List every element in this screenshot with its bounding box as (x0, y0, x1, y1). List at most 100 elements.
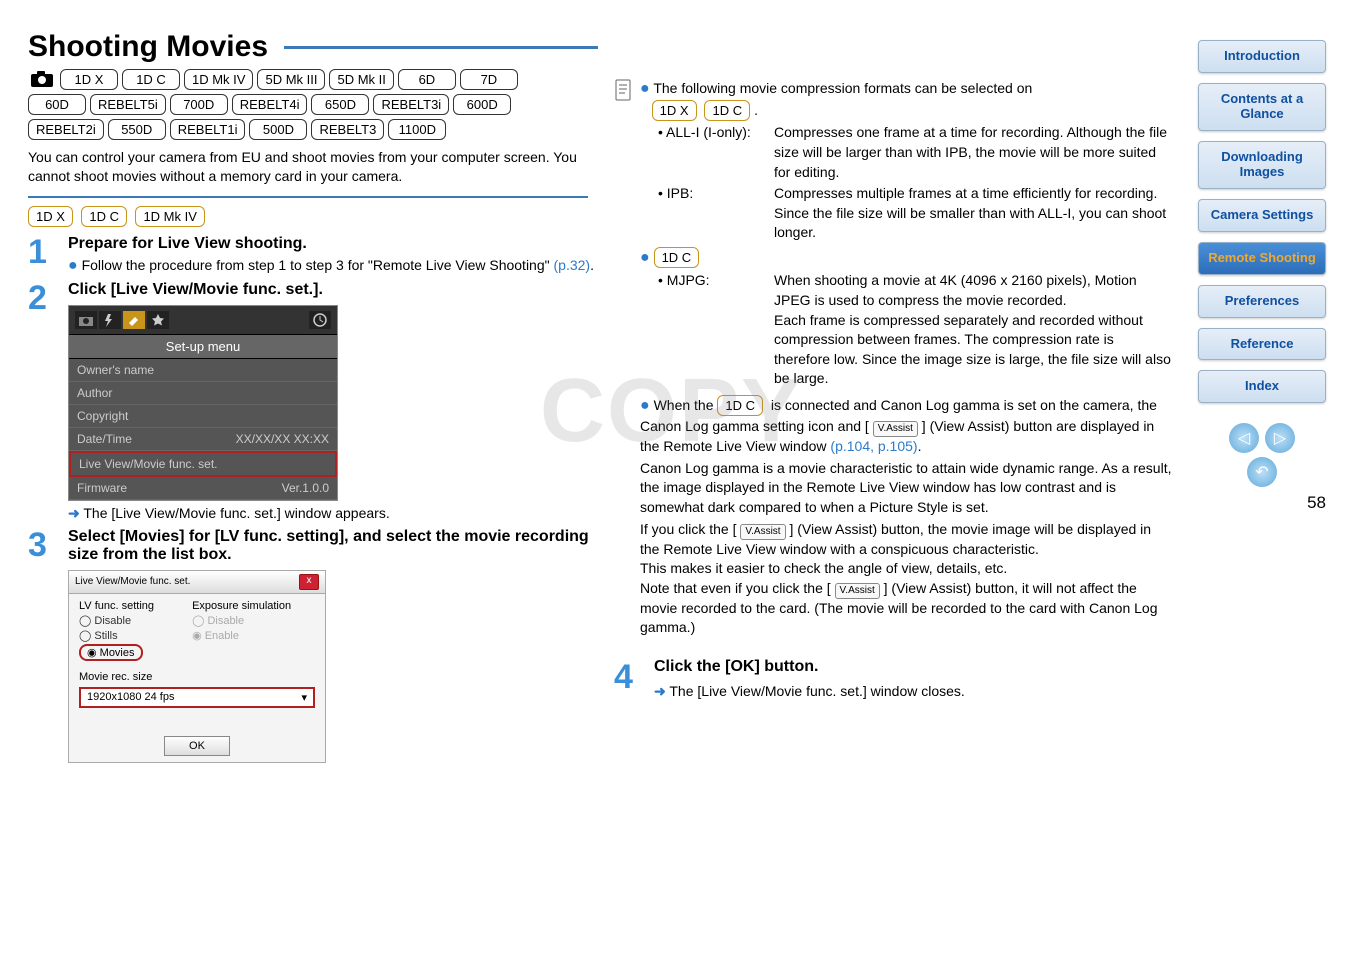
bullet-icon: ● (68, 257, 78, 274)
menu-row: Owner's name (69, 359, 337, 382)
menu-row: Author (69, 382, 337, 405)
sidebar-nav: Introduction Contents at a Glance Downlo… (1198, 30, 1326, 769)
camera-tag: 650D (311, 94, 369, 115)
formats-lead: ● The following movie compression format… (640, 78, 1172, 121)
text: This makes it easier to check the angle … (640, 559, 1172, 579)
text: If you click the [ (640, 521, 740, 537)
flash-tab-icon (99, 311, 121, 329)
setup-menu-screenshot: Set-up menu Owner's name Author Copyrigh… (68, 305, 338, 501)
dialog-title: Live View/Movie func. set. (75, 576, 190, 587)
tag: 1D C (704, 100, 750, 121)
format-label: • ALL-I (I-only): (658, 123, 768, 182)
section-tag: 1D C (81, 206, 127, 227)
step-number: 1 (28, 233, 62, 275)
step-4: 4 Click the [OK] button. ➜ The [Live Vie… (614, 654, 1172, 702)
radio-stills[interactable]: ◯ Stills (79, 629, 189, 642)
divider (28, 196, 588, 198)
chevron-down-icon: ▾ (301, 691, 307, 704)
nav-downloading[interactable]: Downloading Images (1198, 141, 1326, 189)
back-button[interactable]: ↶ (1247, 457, 1277, 487)
step-number: 2 (28, 279, 62, 522)
radio-disable[interactable]: ◯ Disable (79, 614, 189, 627)
page-ref-link[interactable]: (p.104, p.105) (830, 438, 917, 454)
step-title: Click [Live View/Movie func. set.]. (68, 281, 598, 299)
next-page-button[interactable]: ▷ (1265, 423, 1295, 453)
camera-tab-icon (75, 311, 97, 329)
section-tags: 1D X 1D C 1D Mk IV (28, 206, 598, 227)
nav-reference[interactable]: Reference (1198, 328, 1326, 361)
camera-tag: 1100D (388, 119, 446, 140)
camera-tag: 6D (398, 69, 456, 90)
menu-row: Date/TimeXX/XX/XX XX:XX (69, 428, 337, 451)
nav-remote-shooting[interactable]: Remote Shooting (1198, 242, 1326, 275)
text: Note that even if you click the [ (640, 580, 835, 596)
format-desc: When shooting a movie at 4K (4096 x 2160… (774, 272, 1137, 308)
page-nav-circles: ◁ ▷ (1198, 423, 1326, 453)
exposure-sim-label: Exposure simulation (192, 600, 302, 612)
tag: 1D X (652, 100, 697, 121)
text: When the (654, 397, 718, 413)
setup-menu-tabs (69, 306, 337, 334)
wrench-tab-icon (123, 311, 145, 329)
star-tab-icon (147, 311, 169, 329)
result-text: The [Live View/Movie func. set.] window … (83, 505, 389, 521)
nav-index[interactable]: Index (1198, 370, 1326, 403)
section-tag: 1D Mk IV (135, 206, 204, 227)
tag: 1D C (654, 247, 700, 268)
camera-tag: 550D (108, 119, 166, 140)
clock-tab-icon (309, 311, 331, 329)
step-title: Click the [OK] button. (654, 656, 1172, 678)
step-1: 1 Prepare for Live View shooting. ● Foll… (28, 233, 598, 275)
title-rule (284, 46, 598, 49)
menu-row-highlighted[interactable]: Live View/Movie func. set. (69, 451, 337, 477)
step-number: 3 (28, 526, 62, 769)
lead-text: The following movie compression formats … (653, 80, 1032, 96)
lv-func-dialog: Live View/Movie func. set. x LV func. se… (68, 570, 326, 763)
camera-tag: 60D (28, 94, 86, 115)
format-label: • MJPG: (658, 271, 768, 389)
page-number: 58 (1198, 493, 1326, 513)
step-bullet-text: Follow the procedure from step 1 to step… (82, 257, 554, 273)
setup-menu-header: Set-up menu (69, 334, 337, 359)
movie-size-dropdown[interactable]: 1920x1080 24 fps ▾ (79, 687, 315, 708)
nav-contents[interactable]: Contents at a Glance (1198, 83, 1326, 131)
camera-tag: 5D Mk III (257, 69, 325, 90)
nav-camera-settings[interactable]: Camera Settings (1198, 199, 1326, 232)
page-ref-link[interactable]: (p.32) (554, 257, 591, 273)
title-text: Shooting Movies (28, 30, 268, 64)
vassist-badge: V.Assist (835, 583, 880, 599)
clog-block: ● When the 1D C is connected and Canon L… (640, 395, 1172, 638)
arrow-icon: ➜ (654, 683, 666, 699)
page-title: Shooting Movies (28, 30, 598, 64)
bullet-icon: ● (640, 397, 650, 414)
intro-text: You can control your camera from EU and … (28, 148, 598, 186)
prev-page-button[interactable]: ◁ (1229, 423, 1259, 453)
movie-size-value: 1920x1080 24 fps (87, 691, 174, 703)
camera-tag: REBELT4i (232, 94, 308, 115)
format-desc: Compresses multiple frames at a time eff… (774, 184, 1172, 243)
camera-tag: 500D (249, 119, 307, 140)
close-button[interactable]: x (299, 574, 319, 590)
camera-tag: 7D (460, 69, 518, 90)
radio-exp-disable: ◯ Disable (192, 614, 302, 627)
camera-tag: REBELT1i (170, 119, 246, 140)
result-text: The [Live View/Movie func. set.] window … (669, 683, 964, 699)
menu-row: FirmwareVer.1.0.0 (69, 477, 337, 500)
radio-exp-enable: ◉ Enable (192, 629, 302, 642)
menu-row: Copyright (69, 405, 337, 428)
vassist-badge: V.Assist (873, 421, 918, 437)
ok-button[interactable]: OK (164, 736, 230, 756)
step-title: Prepare for Live View shooting. (68, 235, 598, 253)
nav-introduction[interactable]: Introduction (1198, 40, 1326, 73)
camera-tag: REBELT3i (373, 94, 449, 115)
format-label: • IPB: (658, 184, 768, 243)
movie-rec-size-label: Movie rec. size (79, 671, 315, 683)
step-result: ➜ The [Live View/Movie func. set.] windo… (68, 505, 598, 522)
radio-movies-highlighted[interactable]: ◉ Movies (79, 644, 143, 661)
format-desc: Compresses one frame at a time for recor… (774, 123, 1172, 182)
camera-tag: 700D (170, 94, 228, 115)
camera-tag: REBELT5i (90, 94, 166, 115)
format-mjpg: • MJPG: When shooting a movie at 4K (409… (658, 271, 1172, 389)
nav-preferences[interactable]: Preferences (1198, 285, 1326, 318)
lv-func-label: LV func. setting (79, 600, 189, 612)
